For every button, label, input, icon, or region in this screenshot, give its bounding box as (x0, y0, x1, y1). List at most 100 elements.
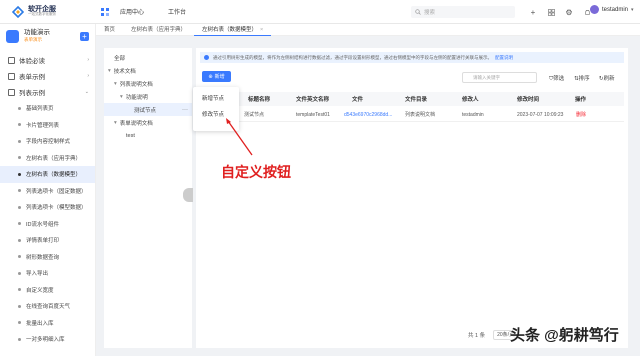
sidebar-item[interactable]: 列表选项卡（模型数据） (0, 199, 95, 216)
tree-node-label: 全部 (114, 55, 126, 62)
cell-modifier: testadmin (462, 111, 484, 118)
table-header: 标题名称 文件英文名称 文件 文件目录 修改人 修改时间 操作 (200, 92, 624, 106)
refresh-button[interactable]: ↻刷新 (599, 74, 615, 82)
tree-node-test-node[interactable]: 测试节点 ··· (104, 103, 192, 116)
cell-dir: 列表说明文档 (405, 112, 436, 118)
tab-home[interactable]: 首页 (96, 24, 123, 36)
avatar (590, 5, 599, 14)
sidebar-item[interactable]: 一对多明细入库 (0, 331, 95, 348)
col-time: 修改时间 (517, 97, 540, 103)
tree-node-all[interactable]: 全部 (104, 51, 192, 64)
sidebar-item[interactable]: 自定义宽度 (0, 282, 95, 299)
user-name: testadmin (602, 6, 629, 13)
tree-node-list-docs[interactable]: ▾ 列表说明文档 (104, 77, 192, 90)
sidebar-item[interactable]: 列表选项卡（固定数据） (0, 183, 95, 200)
sidebar-item-label: 左树右表（应用字典） (26, 155, 82, 162)
search-icon (415, 9, 421, 15)
bullet-icon (18, 106, 21, 110)
sidebar-item[interactable]: 批量出入库 (0, 315, 95, 332)
watermark: 头条 @躬耕笃行 (510, 327, 619, 344)
brand-logo[interactable]: 软开企服 一站式数字化服务 (0, 5, 96, 18)
tree-node-test[interactable]: test (104, 129, 192, 142)
filter-label: 筛选 (553, 76, 565, 82)
bullet-icon (18, 304, 21, 308)
tree-node-label: 列表说明文档 (119, 81, 153, 88)
caret-down-icon[interactable]: ▾ (114, 120, 117, 126)
tree-node-form-docs[interactable]: ▾ 表单说明文档 (104, 116, 192, 129)
tree-node-label: 功能说明 (125, 94, 148, 101)
sort-label: 排序 (578, 76, 590, 82)
tab-tree-dict[interactable]: 左树右表（应用字典） (123, 24, 194, 36)
app-add-button[interactable]: + (80, 31, 89, 41)
bullet-icon (18, 238, 21, 242)
sidebar-item[interactable]: 基础列表页 (0, 100, 95, 117)
collapse-handle[interactable] (183, 188, 193, 202)
bullet-icon (18, 205, 21, 209)
table-row[interactable]: 测试节点 templateTest01 d543e6970c2968dd... … (200, 108, 624, 122)
app-icon (6, 29, 19, 43)
sidebar-group-label: 表单示例 (19, 74, 45, 81)
bullet-icon (18, 156, 21, 160)
menu-item-edit-node[interactable]: 修改节点 (193, 107, 239, 121)
chevron-right-icon: › (87, 73, 89, 79)
col-dir: 文件目录 (405, 97, 428, 103)
top-nav: 应用中心 工作台 (120, 7, 210, 16)
user-menu[interactable]: testadmin ▾ (590, 5, 634, 14)
sidebar-item-active[interactable]: 左树右表（数据模型） (0, 166, 95, 183)
sidebar-item[interactable]: 详情表单打印 (0, 232, 95, 249)
global-search-input[interactable]: 搜索 (411, 6, 515, 18)
annotation-label: 自定义按钮 (221, 164, 291, 180)
bullet-icon (18, 255, 21, 259)
nav-app-center[interactable]: 应用中心 (120, 7, 144, 16)
nav-workbench[interactable]: 工作台 (168, 7, 186, 16)
new-button[interactable]: ⊕ 新增 (202, 71, 231, 82)
caret-down-icon[interactable]: ▾ (114, 81, 117, 87)
cell-file-link[interactable]: d543e6970c2968dd... (344, 112, 392, 118)
sidebar-group-form[interactable]: 表单示例 › (0, 68, 95, 84)
caret-down-icon[interactable]: ▾ (120, 94, 123, 100)
sidebar-group-list[interactable]: 列表示例 ⌄ (0, 84, 95, 100)
new-button-label: 新增 (214, 74, 225, 80)
menu-item-add-node[interactable]: 新增节点 (193, 91, 239, 105)
bullet-icon (18, 337, 21, 341)
filter-button[interactable]: ⛉筛选 (549, 74, 564, 83)
delete-button[interactable]: 删除 (576, 111, 586, 118)
sidebar-item-label: 左树右表（数据模型） (26, 172, 82, 179)
bullet-icon (18, 189, 21, 193)
tree-node-label: test (126, 132, 135, 139)
settings-icon[interactable]: ⚙ (562, 5, 576, 19)
sidebar-item[interactable]: ID流水号组件 (0, 216, 95, 233)
filter-input[interactable]: 请输入关键字 (462, 72, 537, 83)
sidebar-item-label: 一对多明细入库 (26, 337, 65, 344)
more-icon[interactable]: ··· (182, 107, 188, 113)
sort-button[interactable]: ⇅排序 (574, 74, 590, 82)
notice-link[interactable]: 配置说明 (495, 55, 513, 61)
sidebar-item[interactable]: 卡片管理列表 (0, 117, 95, 134)
close-icon[interactable]: × (260, 27, 263, 33)
apps-grid-icon[interactable] (100, 7, 110, 17)
sidebar-item[interactable]: 左树右表（应用字典） (0, 150, 95, 167)
tab-label: 左树右表（数据模型） (202, 26, 258, 33)
sidebar-item-label: 基础列表页 (26, 106, 54, 113)
tree-node-tech-docs[interactable]: ▾ 技术文档 (104, 64, 192, 77)
sidebar-item[interactable]: 导入导出 (0, 265, 95, 282)
bullet-icon (18, 222, 21, 226)
search-placeholder: 搜索 (424, 10, 436, 16)
sidebar-group-guide[interactable]: 体验必读 › (0, 52, 95, 68)
bullet-icon (18, 172, 21, 176)
chevron-down-icon: ▾ (631, 6, 634, 13)
sidebar-item[interactable]: 树形数据查询 (0, 249, 95, 266)
main-panel: 通过引用树形生成的模型，将作为左侧树结构进行数据过滤，通过字段设置树形模型，通过… (196, 48, 628, 348)
form-icon (8, 72, 15, 80)
plus-icon[interactable]: + (526, 5, 540, 19)
tree-node-func-docs[interactable]: ▾ 功能说明 (104, 90, 192, 103)
col-file: 文件 (352, 97, 364, 103)
sidebar-item[interactable]: 字段内容控制样式 (0, 133, 95, 150)
pagination: 共 1 条 20条/页 (468, 330, 516, 340)
apps-grid-icon[interactable] (544, 5, 558, 19)
caret-down-icon[interactable]: ▾ (108, 68, 111, 74)
sidebar-item-label: 列表选项卡（固定数据） (26, 188, 87, 195)
tab-tree-model[interactable]: 左树右表（数据模型） × (194, 24, 272, 36)
sidebar-item[interactable]: 在线查询百度天气 (0, 298, 95, 315)
bullet-icon (18, 271, 21, 275)
